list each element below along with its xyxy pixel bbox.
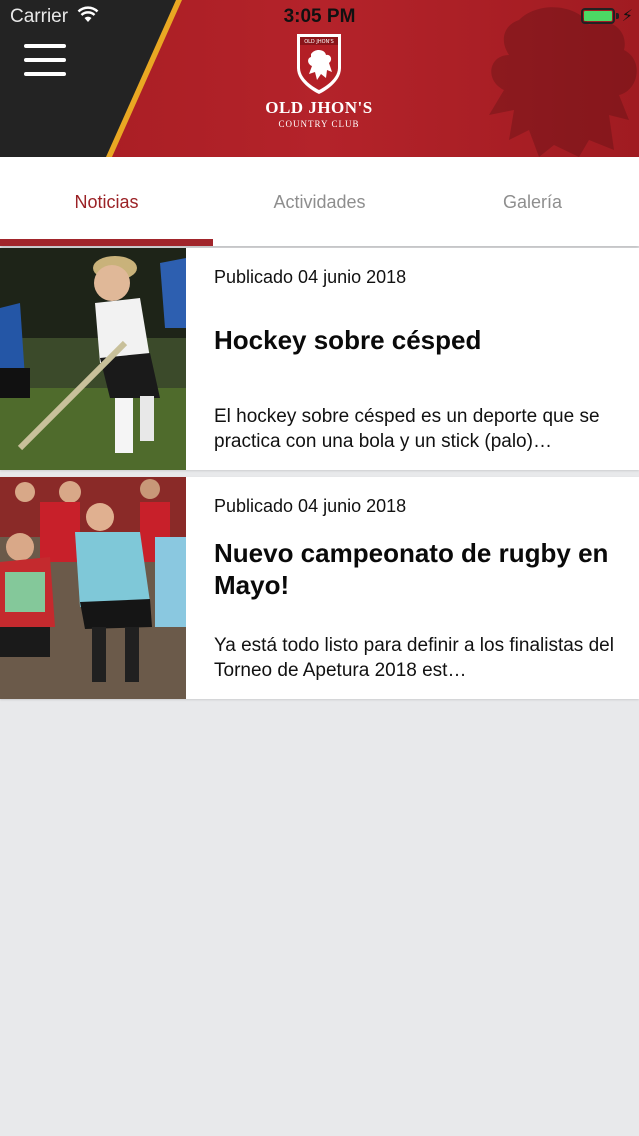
tab-galeria[interactable]: Galería bbox=[426, 157, 639, 246]
club-name: OLD JHON'S bbox=[265, 98, 373, 117]
tab-bar: Noticias Actividades Galería bbox=[0, 157, 639, 246]
svg-text:OLD JHON'S: OLD JHON'S bbox=[304, 39, 334, 45]
news-list: Publicado 04 junio 2018 Hockey sobre cés… bbox=[0, 248, 639, 706]
tab-label: Galería bbox=[502, 192, 563, 212]
status-bar: Carrier 3:05 PM ⚡ bbox=[0, 0, 639, 34]
tab-actividades[interactable]: Actividades bbox=[213, 157, 426, 246]
news-title[interactable]: Hockey sobre césped bbox=[214, 324, 624, 356]
news-excerpt: El hockey sobre césped es un deporte que… bbox=[214, 406, 600, 452]
news-card-body: Publicado 04 junio 2018 Hockey sobre cés… bbox=[214, 248, 624, 470]
active-tab-indicator bbox=[0, 239, 213, 246]
battery-cap bbox=[616, 13, 619, 19]
battery-icon bbox=[581, 8, 615, 24]
news-thumbnail-rugby bbox=[0, 477, 186, 699]
app-header: Carrier 3:05 PM ⚡ OLD JHON'S OLD JHON'S … bbox=[0, 0, 639, 157]
club-subtitle: COUNTRY CLUB bbox=[278, 119, 360, 129]
news-card[interactable]: Publicado 04 junio 2018 Hockey sobre cés… bbox=[0, 248, 639, 470]
news-title[interactable]: Nuevo campeonato de rugby en Mayo! bbox=[214, 537, 624, 601]
lion-crest-icon: OLD JHON'S bbox=[297, 34, 341, 94]
hamburger-menu-icon[interactable] bbox=[24, 44, 66, 76]
news-date: Publicado 04 junio 2018 bbox=[214, 267, 407, 287]
news-date: Publicado 04 junio 2018 bbox=[214, 496, 407, 516]
status-time: 3:05 PM bbox=[283, 6, 356, 27]
news-card-body: Publicado 04 junio 2018 Nuevo campeonato… bbox=[214, 477, 624, 699]
tab-label: Actividades bbox=[273, 192, 366, 212]
tab-label: Noticias bbox=[74, 192, 139, 212]
news-card[interactable]: Publicado 04 junio 2018 Nuevo campeonato… bbox=[0, 477, 639, 699]
tab-noticias[interactable]: Noticias bbox=[0, 157, 213, 246]
news-excerpt: Ya está todo listo para definir a los fi… bbox=[214, 635, 614, 681]
charging-icon: ⚡ bbox=[621, 8, 633, 25]
news-thumbnail-hockey bbox=[0, 248, 186, 470]
club-logo: OLD JHON'S OLD JHON'S COUNTRY CLUB bbox=[254, 32, 384, 137]
